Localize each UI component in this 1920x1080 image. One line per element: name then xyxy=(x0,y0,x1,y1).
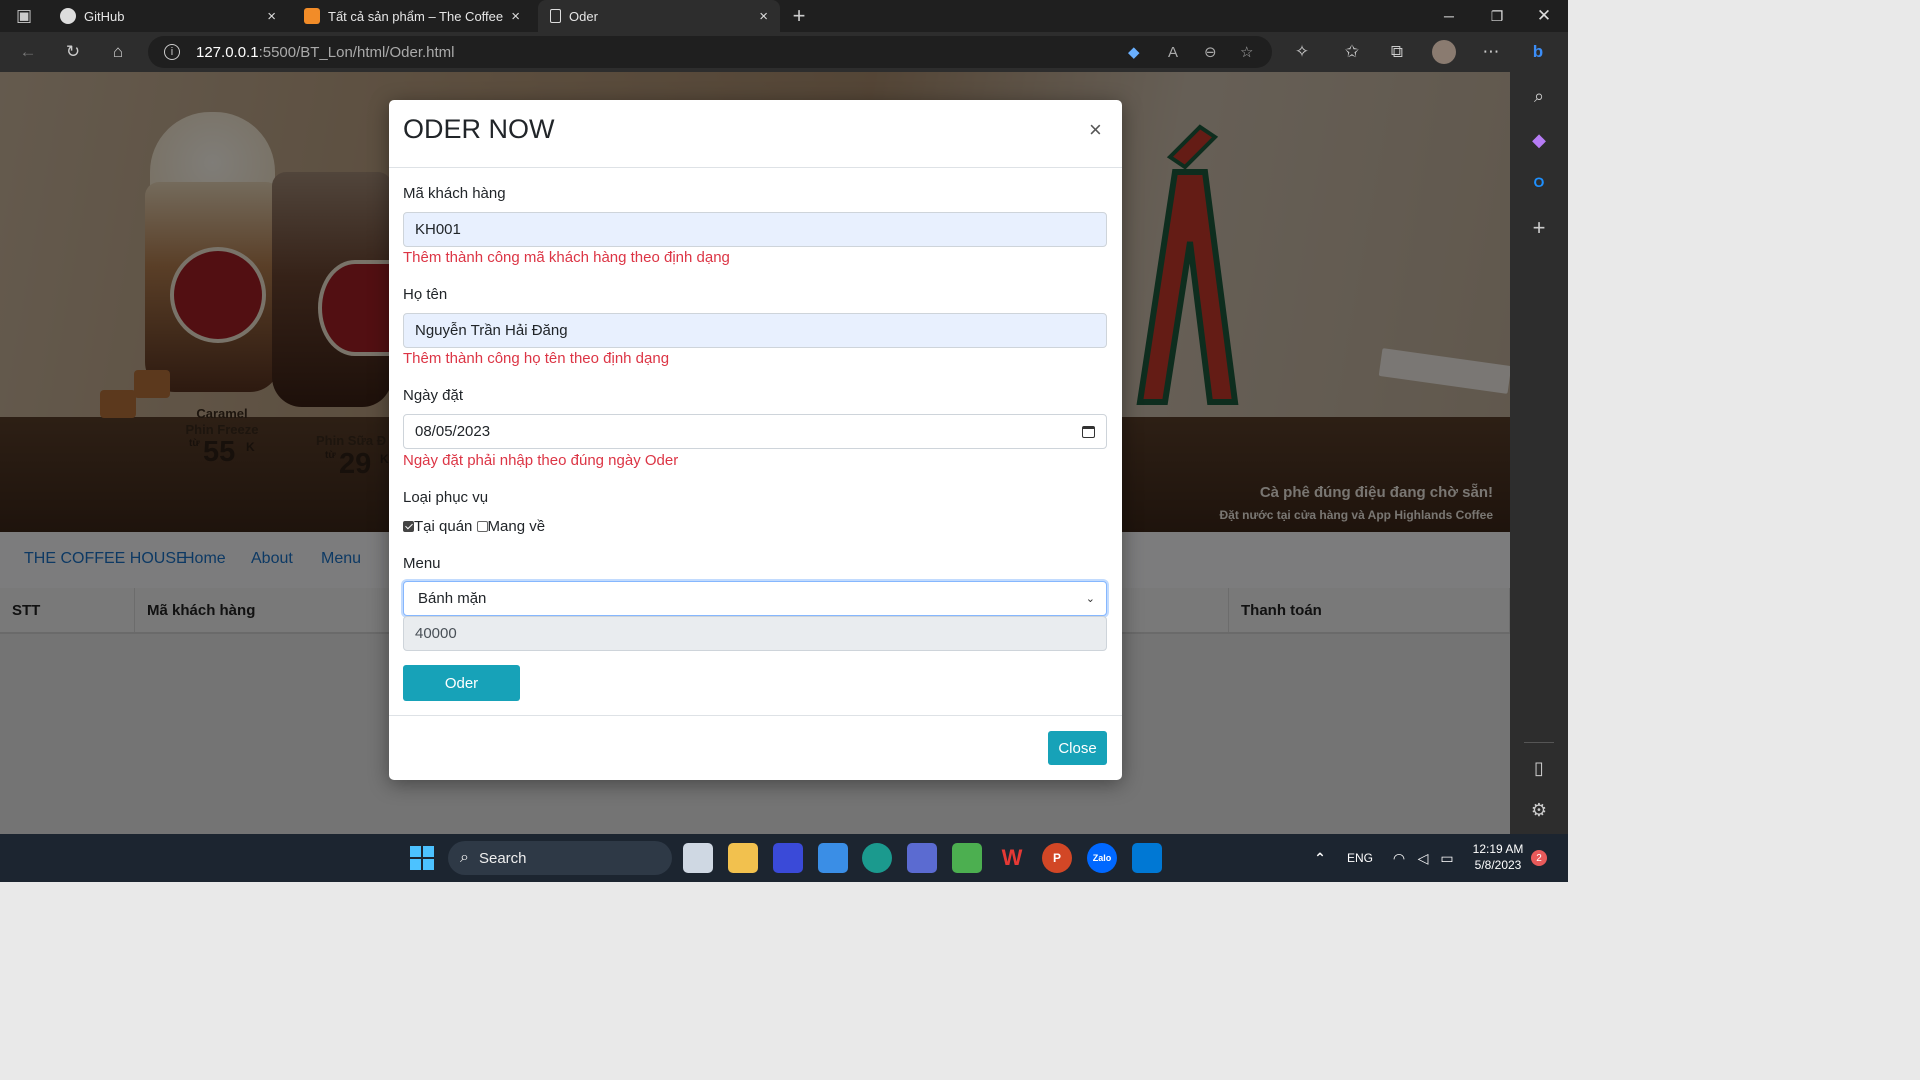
taskbar-search-label: Search xyxy=(478,849,527,867)
price-field: 40000 xyxy=(403,616,1107,651)
read-aloud-icon[interactable]: A xyxy=(1168,44,1178,61)
vscode-icon[interactable] xyxy=(1132,843,1162,873)
address-bar[interactable]: i 127.0.0.1 :5500/BT_Lon/html/Oder.html … xyxy=(148,36,1272,68)
profile-avatar[interactable] xyxy=(1430,38,1458,66)
name-label: Họ tên xyxy=(403,286,448,303)
takeaway-checkbox[interactable] xyxy=(476,521,488,532)
browser-toolbar: ← ↻ ⌂ i 127.0.0.1 :5500/BT_Lon/html/Oder… xyxy=(0,32,1568,72)
collections-icon[interactable]: ⧉ xyxy=(1383,38,1411,66)
windows-taskbar: ⌕ Search W P Zalo ⌃ ENG ◠ ◁ ▭ 12:19 AM 5… xyxy=(0,834,1568,882)
calendar-icon[interactable] xyxy=(1082,425,1095,438)
date-input[interactable]: 08/05/2023 xyxy=(403,414,1107,449)
zalo-icon[interactable]: Zalo xyxy=(1087,843,1117,873)
clock-time[interactable]: 12:19 AM xyxy=(1466,842,1530,856)
dine-in-label: Tại quán xyxy=(414,518,473,535)
sidebar-divider xyxy=(1524,742,1554,743)
price-value: 40000 xyxy=(415,625,457,642)
mail-icon[interactable] xyxy=(818,843,848,873)
edge-icon[interactable] xyxy=(862,843,892,873)
modal-header: ODER NOW × xyxy=(389,100,1122,168)
github-icon xyxy=(60,8,76,24)
modal-title: ODER NOW xyxy=(403,114,555,144)
close-button[interactable]: Close xyxy=(1048,731,1107,765)
new-tab-button[interactable]: + xyxy=(785,2,813,30)
search-icon[interactable]: ⌕ xyxy=(1527,84,1551,108)
menu-selected-value: Bánh mặn xyxy=(418,590,487,607)
oder-button[interactable]: Oder xyxy=(403,665,520,701)
menu-select[interactable]: Bánh mặn ⌄ xyxy=(403,581,1107,616)
language-indicator[interactable]: ENG xyxy=(1347,851,1373,865)
name-message: Thêm thành công họ tên theo định dạng xyxy=(403,350,670,367)
customer-id-input[interactable]: KH001 xyxy=(403,212,1107,247)
wps-icon[interactable]: W xyxy=(997,843,1027,873)
bing-copilot-icon[interactable]: b xyxy=(1524,38,1552,66)
home-icon[interactable]: ⌂ xyxy=(104,38,132,66)
battery-icon[interactable]: ▭ xyxy=(1432,843,1462,873)
tab-close-icon[interactable]: × xyxy=(267,8,276,25)
service-type-label: Loại phục vụ xyxy=(403,489,489,506)
add-favorite-icon[interactable]: ☆ xyxy=(1240,43,1253,61)
outlook-icon[interactable]: O xyxy=(1527,170,1551,194)
modal-close-icon[interactable]: × xyxy=(1089,117,1102,143)
order-modal: ODER NOW × Mã khách hàng KH001 Thêm thàn… xyxy=(389,100,1122,780)
browser-tab-bar: ▣ GitHub × Tất cả sản phẩm – The Coffee … xyxy=(0,0,1568,32)
tab-title: GitHub xyxy=(84,8,125,24)
taskbar-search[interactable]: ⌕ Search xyxy=(448,841,672,875)
zoom-out-icon[interactable]: ⊖ xyxy=(1204,43,1217,61)
tab-close-icon[interactable]: × xyxy=(759,8,768,25)
chevron-down-icon: ⌄ xyxy=(1085,593,1095,605)
url-host: 127.0.0.1 xyxy=(196,43,259,61)
customer-id-value: KH001 xyxy=(415,221,461,238)
back-icon[interactable]: ← xyxy=(14,38,42,66)
more-options-icon[interactable]: ⋯ xyxy=(1477,38,1505,66)
url-path: :5500/BT_Lon/html/Oder.html xyxy=(258,43,455,61)
app-icon[interactable] xyxy=(952,843,982,873)
minimize-icon[interactable]: ─ xyxy=(1426,0,1472,32)
customer-id-label: Mã khách hàng xyxy=(403,185,506,202)
settings-icon[interactable]: ⚙ xyxy=(1527,798,1551,822)
file-explorer-icon[interactable] xyxy=(728,843,758,873)
tab-actions-icon[interactable]: ▣ xyxy=(10,2,38,30)
notification-badge[interactable]: 2 xyxy=(1531,850,1547,866)
service-type-options: Tại quán Mang về xyxy=(403,518,545,535)
date-message: Ngày đặt phải nhập theo đúng ngày Oder xyxy=(403,452,679,469)
takeaway-label: Mang về xyxy=(487,518,546,535)
bing-icon[interactable] xyxy=(907,843,937,873)
tab-title: Tất cả sản phẩm – The Coffee Ho xyxy=(328,8,504,24)
edge-sidebar: ⌕ ◆ O + ▯ ⚙ xyxy=(1510,72,1568,834)
menu-label: Menu xyxy=(403,555,441,572)
close-window-icon[interactable]: ✕ xyxy=(1521,0,1567,32)
chevron-up-icon[interactable]: ⌃ xyxy=(1305,843,1335,873)
extensions-icon[interactable]: ✧ xyxy=(1288,38,1316,66)
add-icon[interactable]: + xyxy=(1527,215,1551,240)
copilot-icon[interactable]: ◆ xyxy=(1527,128,1551,152)
app-icon[interactable] xyxy=(773,843,803,873)
customer-id-message: Thêm thành công mã khách hàng theo định … xyxy=(403,249,730,266)
restore-icon[interactable]: ❐ xyxy=(1474,0,1520,32)
tag-icon[interactable]: ◆ xyxy=(1128,43,1140,61)
tab-oder[interactable]: Oder × xyxy=(538,0,780,32)
name-input[interactable]: Nguyễn Trần Hải Đăng xyxy=(403,313,1107,348)
start-icon[interactable] xyxy=(407,843,437,873)
refresh-icon[interactable]: ↻ xyxy=(59,38,87,66)
tab-github[interactable]: GitHub × xyxy=(48,0,288,32)
page-icon xyxy=(550,9,561,23)
coffee-house-favicon-icon xyxy=(304,8,320,24)
task-view-icon[interactable] xyxy=(683,843,713,873)
powerpoint-icon[interactable]: P xyxy=(1042,843,1072,873)
site-info-icon[interactable]: i xyxy=(164,44,180,60)
tab-close-icon[interactable]: × xyxy=(511,8,520,25)
favorites-icon[interactable]: ✩ xyxy=(1338,38,1366,66)
dine-in-checkbox[interactable] xyxy=(403,521,414,532)
modal-footer-divider xyxy=(389,715,1122,716)
search-icon: ⌕ xyxy=(460,849,469,866)
date-value: 08/05/2023 xyxy=(415,423,491,440)
hide-sidebar-icon[interactable]: ▯ xyxy=(1527,756,1551,780)
clock-date[interactable]: 5/8/2023 xyxy=(1466,858,1530,872)
name-value: Nguyễn Trần Hải Đăng xyxy=(415,322,568,339)
tab-coffee-house[interactable]: Tất cả sản phẩm – The Coffee Ho × xyxy=(292,0,532,32)
tab-title: Oder xyxy=(569,8,598,24)
date-label: Ngày đặt xyxy=(403,387,464,404)
